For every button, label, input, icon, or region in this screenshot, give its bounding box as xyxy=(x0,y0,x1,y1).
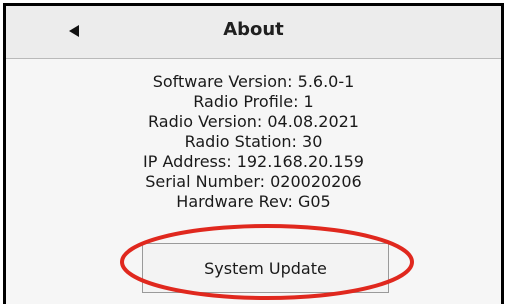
radio-version-text: Radio Version: 04.08.2021 xyxy=(148,112,359,131)
system-update-button[interactable]: System Update xyxy=(142,243,389,293)
radio-profile-text: Radio Profile: 1 xyxy=(193,92,314,111)
device-info-list: Software Version: 5.6.0-1 Radio Profile:… xyxy=(6,72,501,212)
hardware-rev-text: Hardware Rev: G05 xyxy=(176,192,331,211)
header-bar: About xyxy=(6,6,501,59)
about-screen: About Software Version: 5.6.0-1 Radio Pr… xyxy=(3,3,504,304)
device-frame: About Software Version: 5.6.0-1 Radio Pr… xyxy=(0,0,507,304)
software-version-text: Software Version: 5.6.0-1 xyxy=(152,72,355,91)
ip-address-text: IP Address: 192.168.20.159 xyxy=(143,152,364,171)
serial-number-text: Serial Number: 020020206 xyxy=(145,172,362,191)
page-title: About xyxy=(223,19,284,40)
radio-station-text: Radio Station: 30 xyxy=(184,132,323,151)
